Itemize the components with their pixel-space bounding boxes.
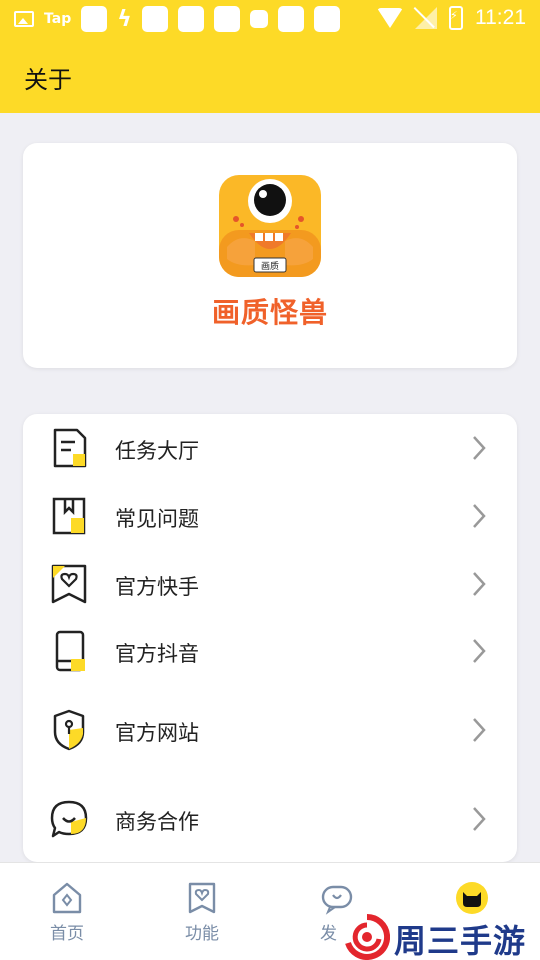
menu-item-label: 官方抖音 [115,642,199,666]
chevron-right-icon [473,639,486,663]
notification-icon [213,6,240,32]
chat-bubble-icon [50,800,88,838]
page-title: 关于 [24,66,72,94]
app-info-card: 画质 画质怪兽 [23,143,517,368]
douyin-phone-icon [55,630,85,672]
watermark: 周三手游网 [340,910,540,960]
tab-label: 首页 [50,924,84,944]
chevron-right-icon [473,572,486,596]
watermark-text: 周三手游网 [394,922,527,960]
menu-item-task-hall[interactable]: 任务大厅 [23,416,517,480]
app-logo-icon: 画质 [219,175,321,277]
tab-label: 功能 [185,924,219,944]
feature-heart-icon [188,882,216,914]
notification-icon [177,6,204,32]
no-signal-icon [415,7,437,29]
status-right: 11:21 [377,6,526,30]
status-left: Tap ϟ [14,6,340,32]
chevron-right-icon [473,718,486,742]
menu-item-label: 常见问题 [115,507,199,531]
menu-item-douyin[interactable]: 官方抖音 [23,619,517,683]
notification-icon [277,6,304,32]
task-doc-icon [53,428,87,468]
menu-item-faq[interactable]: 常见问题 [23,484,517,548]
chevron-right-icon [473,436,486,460]
website-shield-icon [53,709,85,751]
kuaishou-heart-icon [51,564,87,604]
app-name: 画质怪兽 [211,296,328,329]
notification-icon [249,10,268,28]
chevron-right-icon [473,807,486,831]
faq-book-icon [52,497,86,535]
notification-icon [313,6,340,32]
bolt-icon: ϟ [117,6,132,32]
wifi-icon [377,8,403,28]
notification-icon [81,6,108,32]
menu-item-website[interactable]: 官方网站 [23,698,517,762]
logo-badge-text: 画质 [261,260,279,272]
tap-label: Tap [44,11,72,27]
notification-icon [141,6,168,32]
app-header: 关于 [0,40,540,113]
menu-list: 任务大厅 常见问题 官方快手 官方抖音 官方网站 商务合作 [23,414,517,862]
status-time: 11:21 [475,6,526,29]
menu-item-kuaishou[interactable]: 官方快手 [23,552,517,616]
watermark-swirl-icon [345,914,390,960]
menu-item-business[interactable]: 商务合作 [23,787,517,851]
chevron-right-icon [473,504,486,528]
status-bar: Tap ϟ 11:21 [0,0,540,40]
menu-item-label: 任务大厅 [115,439,199,463]
menu-item-label: 商务合作 [115,810,199,834]
battery-charging-icon [449,6,463,30]
home-icon [52,882,82,914]
tab-home[interactable]: 首页 [22,881,112,951]
tab-features[interactable]: 功能 [157,881,247,951]
image-icon [14,11,34,27]
menu-item-label: 官方网站 [115,721,199,745]
menu-item-label: 官方快手 [115,575,199,599]
